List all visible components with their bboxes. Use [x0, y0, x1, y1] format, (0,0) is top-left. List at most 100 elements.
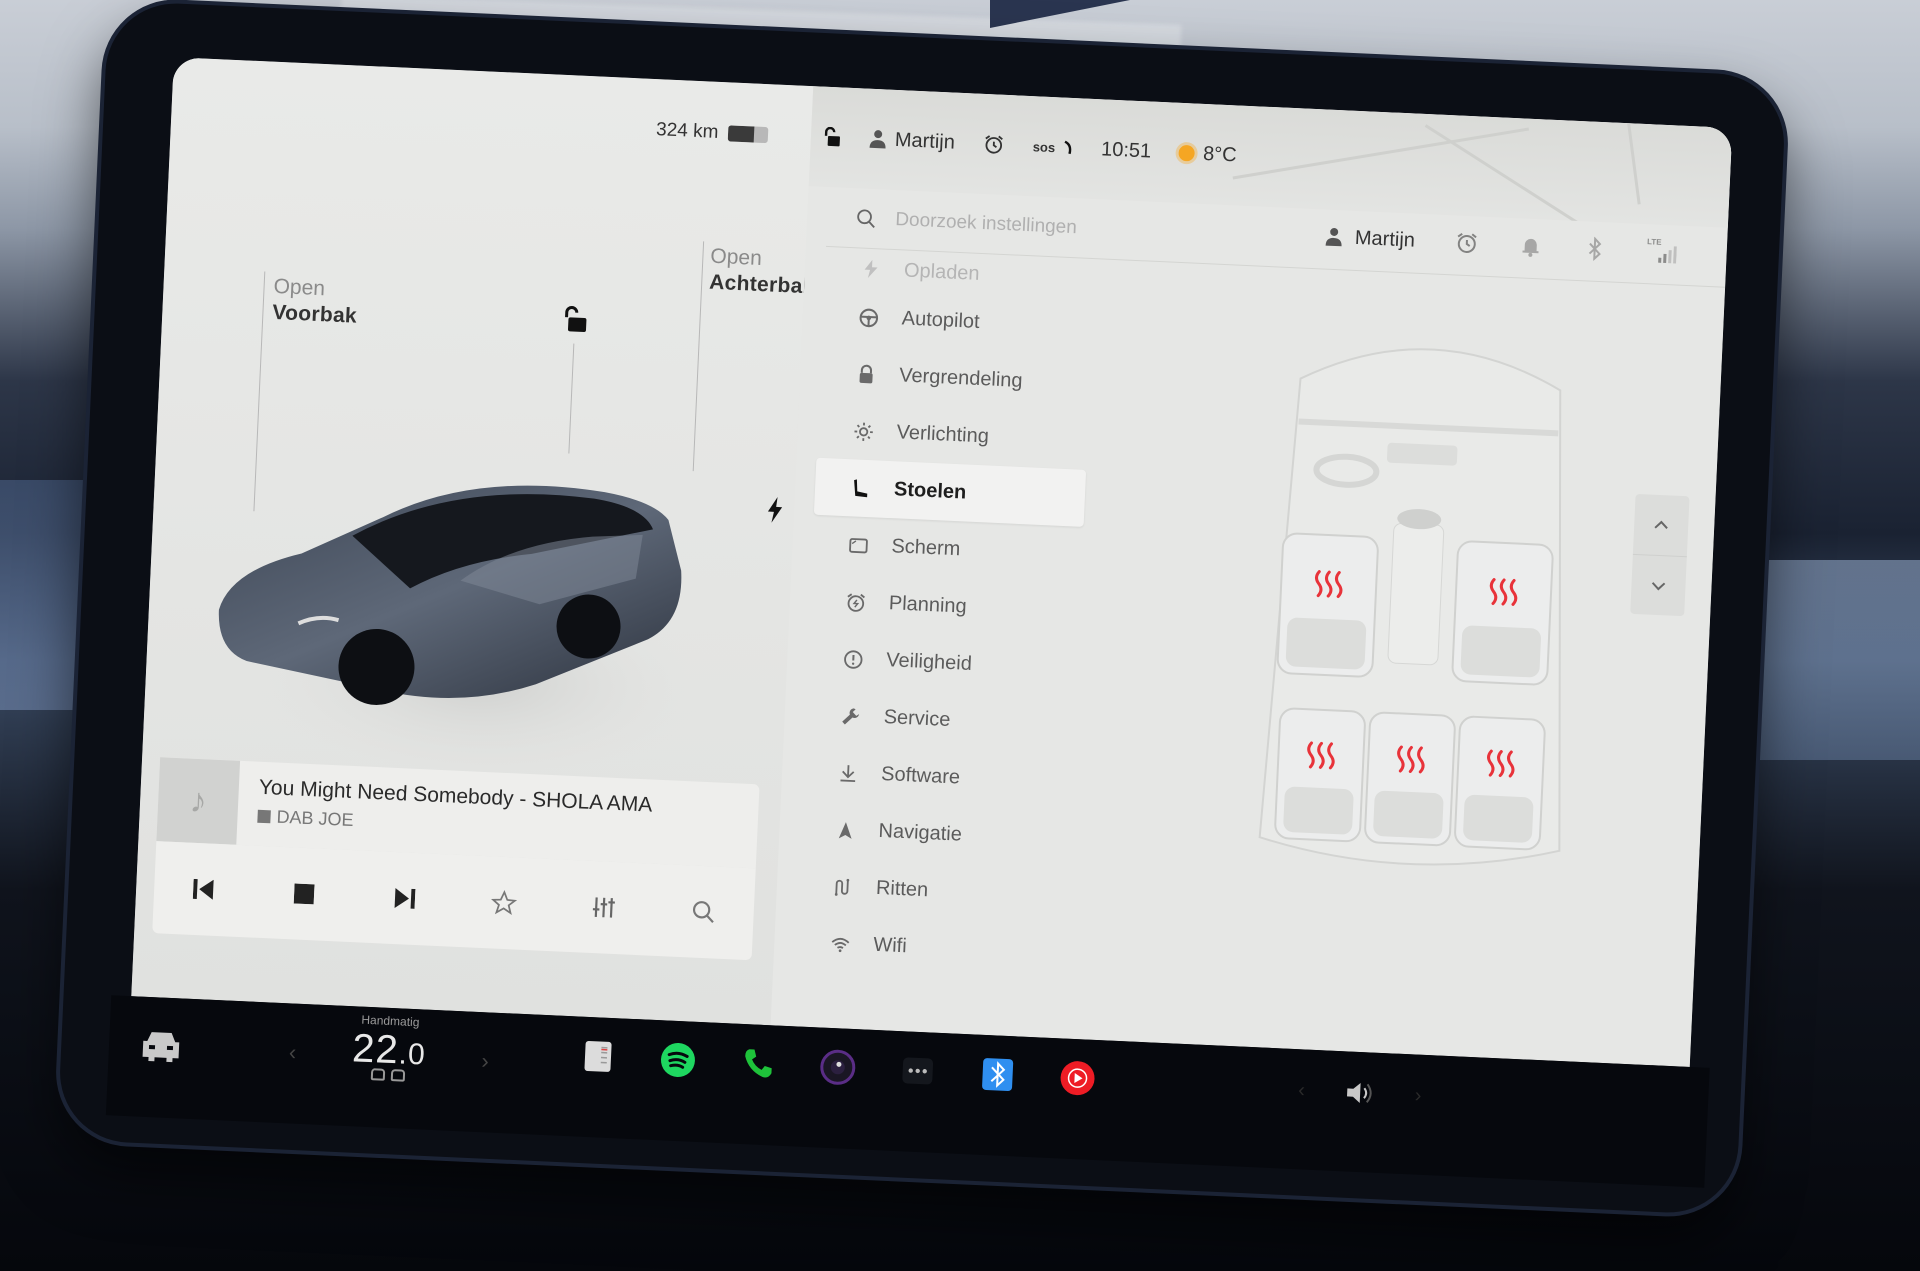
menu-item-label: Vergrendeling [898, 364, 1024, 392]
car-controls-icon[interactable] [138, 1027, 184, 1069]
range-indicator: 324 km [656, 119, 769, 146]
equalizer-button[interactable] [578, 881, 630, 933]
map-road [1232, 127, 1530, 180]
scroll-down-button[interactable] [1630, 553, 1687, 617]
skip-previous-icon [192, 878, 214, 900]
menu-item-label: Scherm [890, 535, 961, 561]
app-more[interactable] [898, 1051, 938, 1091]
phone-icon [745, 1049, 772, 1078]
search-icon [857, 208, 875, 228]
map-road [1424, 124, 1595, 228]
center-console [1387, 522, 1445, 666]
previous-button[interactable] [178, 863, 230, 915]
music-note-icon: ♪ [156, 757, 241, 845]
unlock-icon [824, 126, 840, 147]
trunk-button[interactable]: Open Achterbak [709, 244, 817, 301]
user-icon [869, 130, 886, 149]
display-icon [847, 534, 870, 557]
sun-icon [1178, 144, 1196, 162]
trunk-label: Achterbak [708, 270, 816, 299]
photo-scene: PARKEREN / INGANG 324 km Open Voorbak [0, 0, 1920, 1271]
menu-item-label: Wifi [872, 933, 908, 958]
wifi-icon [829, 932, 852, 955]
climate-control[interactable]: Handmatig ‹ 22.0 › [287, 1009, 490, 1098]
menu-item-label: Navigatie [878, 819, 963, 846]
app-toybox[interactable] [578, 1037, 618, 1077]
lock-status[interactable] [823, 126, 842, 148]
right-seat-heater-icon[interactable] [390, 1069, 406, 1082]
frunk-action: Open [273, 274, 326, 301]
seat-view-scroller [1630, 493, 1690, 617]
schedule-icon [844, 591, 867, 614]
station-info: DAB JOE [257, 806, 354, 831]
volume-up-button[interactable]: › [1414, 1084, 1422, 1107]
stop-button[interactable] [278, 868, 330, 920]
media-player: ♪ You Might Need Somebody - SHOLA AMA DA… [152, 757, 760, 964]
camera-icon [820, 1049, 856, 1085]
menu-item-label: Verlichting [896, 421, 990, 448]
menu-item-wifi[interactable]: Wifi [793, 913, 1065, 982]
clock: 10:51 [1100, 137, 1152, 163]
lte-signal: LTE [1646, 237, 1677, 264]
menu-item-label: Autopilot [901, 307, 981, 333]
temp-decimal: .0 [397, 1037, 427, 1072]
light-icon [852, 420, 875, 443]
seat-heater-diagram [1258, 348, 1562, 866]
lock-icon [855, 363, 878, 386]
seat-front-left[interactable] [1276, 532, 1379, 678]
chevron-up-icon [1654, 520, 1668, 530]
volume-down-button[interactable]: ‹ [1298, 1079, 1306, 1102]
center-display-mount [1386, 442, 1458, 466]
seat-rear-center[interactable] [1364, 711, 1456, 847]
app-phone[interactable] [738, 1044, 778, 1084]
battery-fill [728, 125, 755, 143]
trunk-callout-line [692, 241, 705, 472]
driver-profile[interactable]: Martijn [868, 127, 955, 154]
station-name: DAB JOE [276, 806, 354, 831]
battery-icon [728, 125, 769, 144]
app-camera[interactable] [818, 1047, 858, 1087]
menu-item-label: Software [880, 762, 961, 789]
bluetooth-icon[interactable] [1582, 236, 1607, 262]
skip-next-icon [394, 888, 416, 909]
seat-rear-left[interactable] [1274, 707, 1366, 843]
favorite-button[interactable] [478, 877, 530, 929]
volume-control: ‹ › [1298, 1077, 1422, 1109]
alarm-icon[interactable] [1454, 230, 1479, 255]
menu-item-label: Veiligheid [885, 649, 973, 675]
bell-icon[interactable] [1518, 233, 1543, 258]
app-spotify[interactable] [658, 1040, 698, 1080]
navigation-icon [834, 818, 857, 841]
car-panel: 324 km Open Voorbak Open Achterbak ♪ You… [131, 57, 815, 1026]
profile-button[interactable]: Martijn [1324, 225, 1415, 252]
alarm-button[interactable] [982, 133, 1005, 156]
settings-search-input[interactable] [894, 208, 1296, 249]
frunk-label: Voorbak [271, 300, 358, 328]
bluetooth-icon [982, 1058, 1014, 1092]
profile-name: Martijn [1354, 226, 1416, 252]
car-model-image [218, 485, 706, 782]
range-value: 324 km [655, 119, 719, 143]
menu-item-label: Opladen [903, 258, 981, 285]
temp-up-button[interactable]: › [481, 1048, 489, 1074]
volume-icon[interactable] [1344, 1079, 1375, 1106]
seat-front-right[interactable] [1451, 540, 1554, 686]
scroll-up-button[interactable] [1633, 494, 1690, 556]
spotify-icon [660, 1043, 695, 1078]
star-icon [491, 889, 518, 916]
left-seat-heater-icon[interactable] [370, 1068, 386, 1081]
next-button[interactable] [378, 872, 430, 924]
driver-name: Martijn [894, 128, 956, 154]
media-search-button[interactable] [678, 886, 730, 938]
seat-icon [850, 477, 873, 500]
seat-rear-right[interactable] [1454, 715, 1546, 851]
menu-item-label: Planning [888, 592, 968, 618]
unlock-icon[interactable] [562, 305, 589, 334]
temp-down-button[interactable]: ‹ [288, 1039, 296, 1065]
frunk-button[interactable]: Open Voorbak [272, 274, 359, 330]
sos-button[interactable]: sos [1032, 139, 1073, 156]
phone-call-icon [1064, 140, 1072, 155]
stop-icon [293, 883, 315, 905]
app-youtube-music[interactable] [1058, 1058, 1098, 1098]
app-bluetooth[interactable] [978, 1055, 1018, 1095]
